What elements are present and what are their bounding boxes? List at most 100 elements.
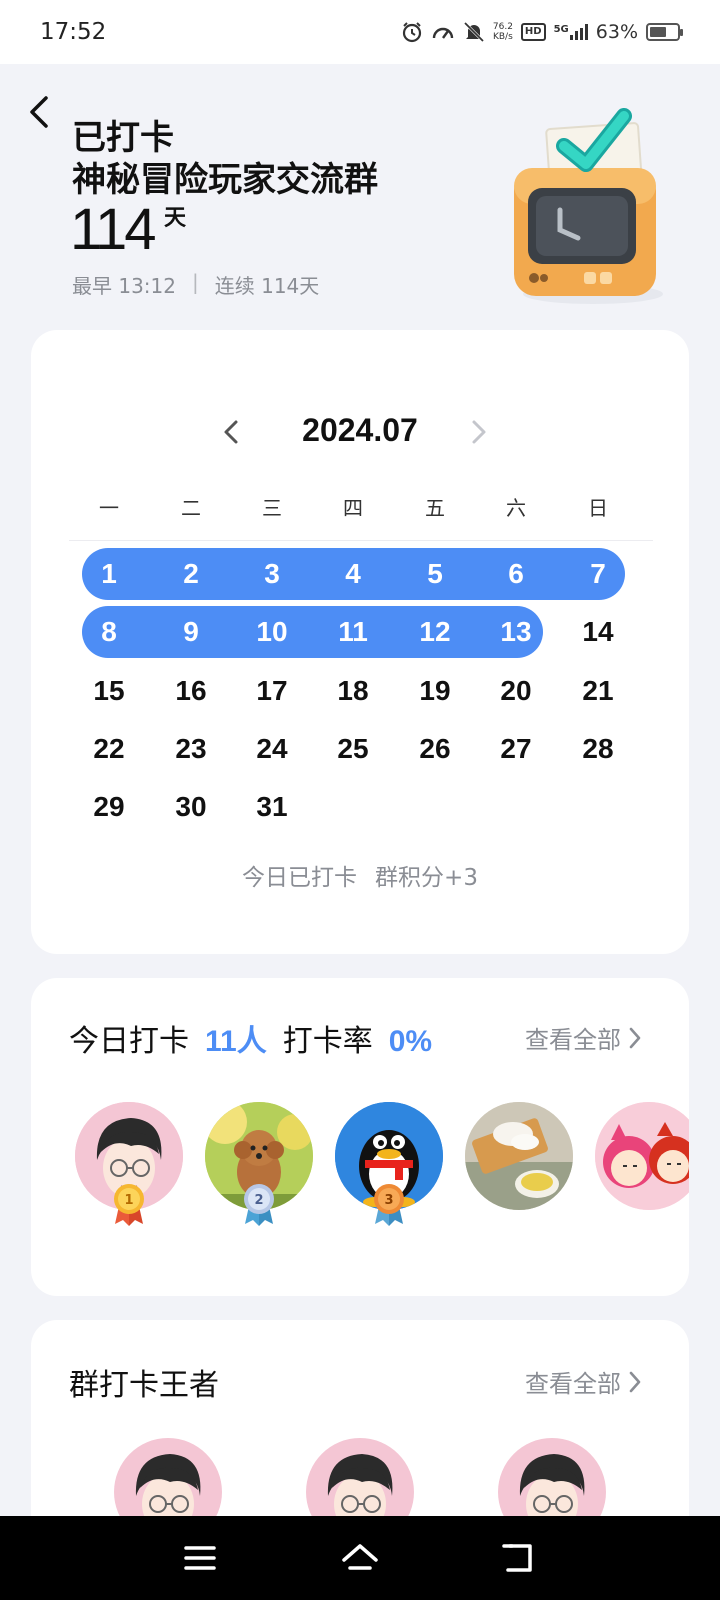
today-checkin-count: 11人 <box>205 1025 267 1058</box>
checkin-machine-illustration <box>508 106 678 306</box>
home-icon <box>342 1544 378 1570</box>
calendar-day[interactable]: 21 <box>568 665 628 717</box>
weekday-label: 四 <box>343 496 363 520</box>
chevron-right-icon <box>472 420 486 444</box>
calendar-nav: 2024.07 <box>31 412 689 452</box>
medal-number: 3 <box>384 1193 393 1208</box>
view-all-today-link[interactable]: 查看全部 <box>525 1020 643 1055</box>
calendar-day-checked[interactable]: 9 <box>161 606 221 658</box>
menu-icon <box>184 1546 216 1570</box>
view-all-label: 查看全部 <box>525 1370 621 1398</box>
calendar-day[interactable]: 14 <box>568 606 628 658</box>
calendar-day[interactable]: 20 <box>486 665 546 717</box>
summary-separator: | <box>192 270 199 294</box>
previous-month-button[interactable] <box>217 416 247 448</box>
today-checkin-label: 今日打卡 <box>69 1024 189 1059</box>
weekday-label: 一 <box>99 496 119 520</box>
calendar-day[interactable]: 17 <box>242 665 302 717</box>
checkin-days-count: 114 <box>70 197 156 262</box>
return-icon <box>502 1544 532 1572</box>
next-month-button[interactable] <box>463 416 493 448</box>
calendar-footer: 今日已打卡 群积分+3 <box>31 858 689 892</box>
today-checkin-header: 今日打卡 11人 打卡率 0% <box>69 1016 448 1060</box>
return-button[interactable] <box>500 1538 540 1578</box>
calendar-day[interactable]: 26 <box>405 723 465 775</box>
calendar-day[interactable]: 15 <box>79 665 139 717</box>
calendar-day-checked[interactable]: 8 <box>79 606 139 658</box>
chevron-right-icon <box>629 1371 641 1392</box>
checkin-rate-label: 打卡率 <box>282 1024 373 1059</box>
home-button[interactable] <box>340 1538 380 1578</box>
calendar-card: 2024.07 一二三四五六日 1 2 3 4 5 6 7 8 9 10 11 12 13 14 15 16 1… <box>31 330 689 954</box>
calendar-day-checked[interactable]: 10 <box>242 606 302 658</box>
rank-medal-1: 1 <box>111 1182 147 1226</box>
calendar-day[interactable]: 18 <box>323 665 383 717</box>
battery-percent: 63% <box>595 21 638 43</box>
medal-number: 1 <box>124 1193 133 1208</box>
calendar-day-checked[interactable]: 1 <box>79 548 139 600</box>
network-speed: 76.2 KB/s <box>493 22 513 42</box>
status-icons: 76.2 KB/s HD 5G 63% <box>401 21 683 43</box>
today-status: 今日已打卡 <box>242 865 358 891</box>
view-all-king-link[interactable]: 查看全部 <box>525 1364 643 1399</box>
alarm-icon <box>401 21 423 43</box>
calendar-day-checked[interactable]: 13 <box>486 606 546 658</box>
calendar-day[interactable]: 31 <box>242 781 302 833</box>
weekday-label: 二 <box>181 496 201 520</box>
checkin-days-unit: 天 <box>164 206 187 231</box>
today-avatars: 1 2 3 <box>75 1102 689 1242</box>
avatar[interactable] <box>465 1102 573 1210</box>
checkin-rate-value: 0% <box>388 1025 433 1058</box>
net-speed-unit: KB/s <box>492 32 513 42</box>
weekday-label: 五 <box>425 496 445 520</box>
calendar-day[interactable]: 25 <box>323 723 383 775</box>
calendar-day-checked[interactable]: 4 <box>323 548 383 600</box>
calendar-day-checked[interactable]: 3 <box>242 548 302 600</box>
calendar-day[interactable]: 19 <box>405 665 465 717</box>
calendar-day-checked[interactable]: 5 <box>405 548 465 600</box>
hd-badge: HD <box>520 23 546 41</box>
battery-fill <box>650 27 667 37</box>
calendar-day[interactable]: 16 <box>161 665 221 717</box>
calendar-day[interactable]: 22 <box>79 723 139 775</box>
weekday-label: 三 <box>262 496 282 520</box>
checkin-streak-highlight <box>82 606 543 658</box>
checkin-king-title: 群打卡王者 <box>69 1368 219 1403</box>
checkin-summary: 最早 13:12 | 连续 114天 <box>72 270 319 299</box>
calendar-day[interactable]: 30 <box>161 781 221 833</box>
calendar-day[interactable]: 28 <box>568 723 628 775</box>
streak-days: 连续 114天 <box>214 274 320 298</box>
calendar-day-checked[interactable]: 7 <box>568 548 628 600</box>
status-time: 17:52 <box>40 19 107 45</box>
chevron-right-icon <box>629 1027 641 1048</box>
calendar-day[interactable]: 23 <box>161 723 221 775</box>
rank-medal-2: 2 <box>241 1182 277 1226</box>
calendar-day-checked[interactable]: 2 <box>161 548 221 600</box>
avatar[interactable] <box>595 1102 689 1210</box>
chevron-left-icon <box>224 420 238 444</box>
calendar-day-checked[interactable]: 11 <box>323 606 383 658</box>
calendar-day-checked[interactable]: 6 <box>486 548 546 600</box>
system-nav-bar <box>0 1516 720 1600</box>
calendar-divider <box>69 540 653 541</box>
calendar-day-checked[interactable]: 12 <box>405 606 465 658</box>
rank-medal-3: 3 <box>371 1182 407 1226</box>
medal-number: 2 <box>254 1193 263 1208</box>
signal-indicator: 5G <box>554 24 588 40</box>
earliest-time: 最早 13:12 <box>72 274 176 298</box>
calendar-day[interactable]: 24 <box>242 723 302 775</box>
mute-icon <box>463 21 485 43</box>
view-all-label: 查看全部 <box>525 1026 621 1054</box>
back-icon <box>30 96 48 128</box>
group-points: 群积分+3 <box>375 865 478 891</box>
calendar-day[interactable]: 27 <box>486 723 546 775</box>
today-checkin-card: 今日打卡 11人 打卡率 0% 查看全部 1 2 3 <box>31 978 689 1296</box>
back-button[interactable] <box>22 90 58 134</box>
menu-button[interactable] <box>180 1538 220 1578</box>
speed-icon <box>431 21 455 43</box>
calendar-month: 2024.07 <box>302 412 418 448</box>
weekday-header: 一二三四五六日 <box>31 492 689 522</box>
group-name: 神秘冒险玩家交流群 <box>72 160 378 200</box>
weekday-label: 日 <box>588 496 608 520</box>
calendar-day[interactable]: 29 <box>79 781 139 833</box>
